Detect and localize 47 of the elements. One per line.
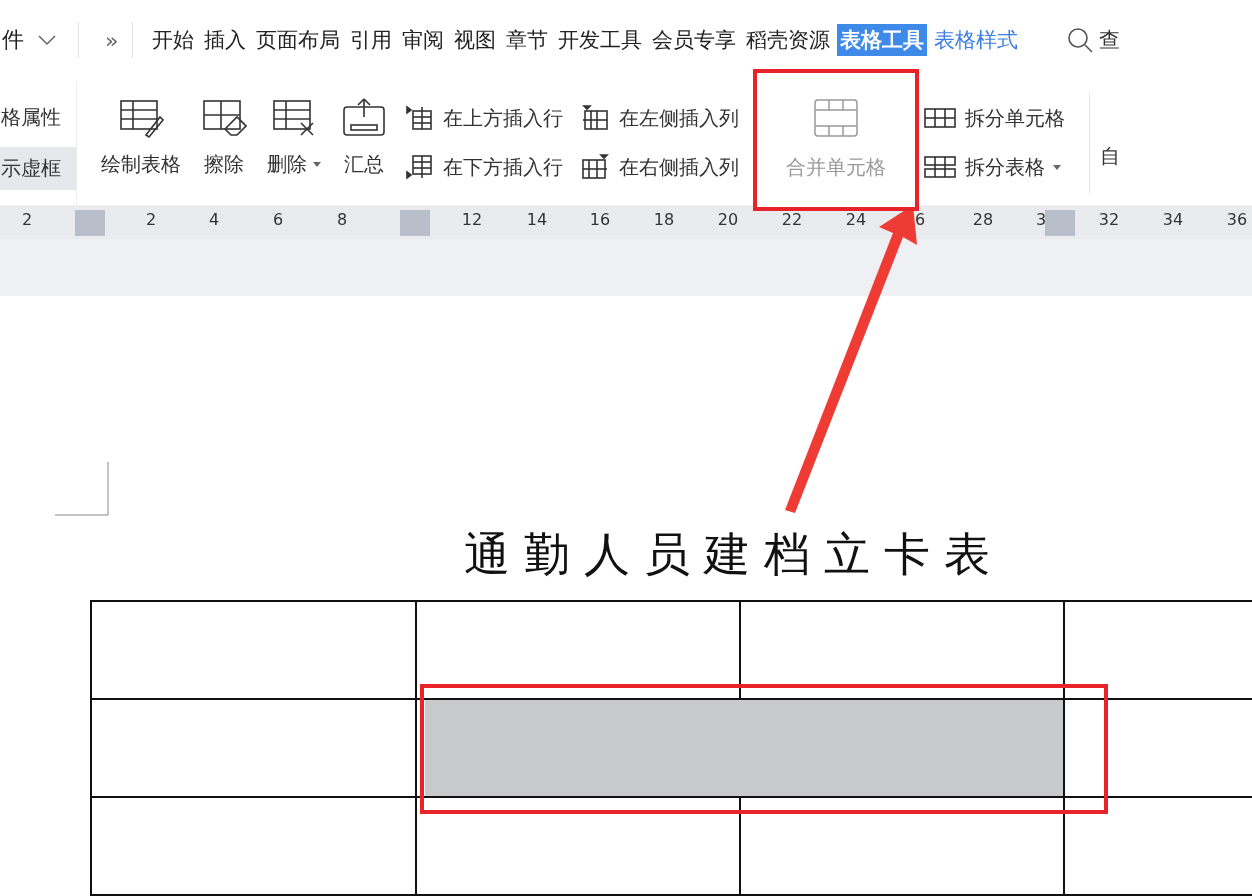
ribbon-button[interactable]: 在下方插入行 [405,153,563,181]
ribbon-tab[interactable]: 开发工具 [555,24,646,57]
ribbon-tab[interactable]: 表格工具 [837,24,928,57]
ruler-number: 3 [1035,209,1047,229]
more-tabs-button[interactable]: » [105,27,119,53]
ruler-number: 20 [717,209,739,229]
ribbon-button[interactable]: 拆分单元格 [923,104,1065,132]
ribbon-tab[interactable]: 会员专享 [649,24,740,57]
ruler-number: 16 [589,209,611,229]
ruler-number: 24 [845,209,867,229]
ribbon-tab[interactable]: 视图 [451,24,500,57]
ribbon-tab[interactable]: 章节 [503,24,552,57]
ruler-number: 8 [336,209,348,229]
ribbon-tab[interactable]: 开始 [149,24,198,57]
ribbon-tab[interactable]: 插入 [201,24,250,57]
ruler-number: 4 [208,209,220,229]
ribbon-tab[interactable]: 表格样式 [931,24,1022,57]
file-menu[interactable]: 件 [2,25,24,56]
ruler-number: 6 [914,209,926,229]
ribbon-button[interactable]: 擦除 [191,80,257,205]
ruler-number: 14 [526,209,548,229]
ribbon-tab[interactable]: 页面布局 [253,24,344,57]
ribbon-tab[interactable]: 审阅 [399,24,448,57]
ribbon-button[interactable]: 删除 [257,80,331,205]
ruler-number: 34 [1162,209,1184,229]
ribbon-tab[interactable]: 引用 [347,24,396,57]
ruler-number: 18 [653,209,675,229]
ribbon-command[interactable]: 格属性 [0,95,76,139]
search-label[interactable]: 查 [1099,26,1121,55]
document-title: 通勤人员建档立卡表 [463,526,1005,583]
ruler-number: 12 [461,209,483,229]
ruler-number: 2 [145,209,157,229]
ruler-number: 22 [781,209,803,229]
ruler-number: 6 [272,209,284,229]
ruler-number: 2 [21,209,33,229]
ribbon-button[interactable]: 拆分表格 [923,153,1065,181]
ribbon-button[interactable]: 汇总 [331,80,397,205]
ribbon-button[interactable]: 绘制表格 [91,80,191,205]
ruler-number: 36 [1226,209,1248,229]
ribbon-button[interactable]: 在上方插入行 [405,104,563,132]
ribbon-tab[interactable]: 稻壳资源 [743,24,834,57]
ribbon-button[interactable]: 在左侧插入列 [581,104,739,132]
ribbon-command[interactable]: 示虚框 [0,146,76,190]
ribbon-button[interactable]: 在右侧插入列 [581,153,739,181]
ruler-number: 28 [972,209,994,229]
ribbon-button[interactable]: 自 [1090,80,1130,205]
ruler-number: 32 [1098,209,1120,229]
